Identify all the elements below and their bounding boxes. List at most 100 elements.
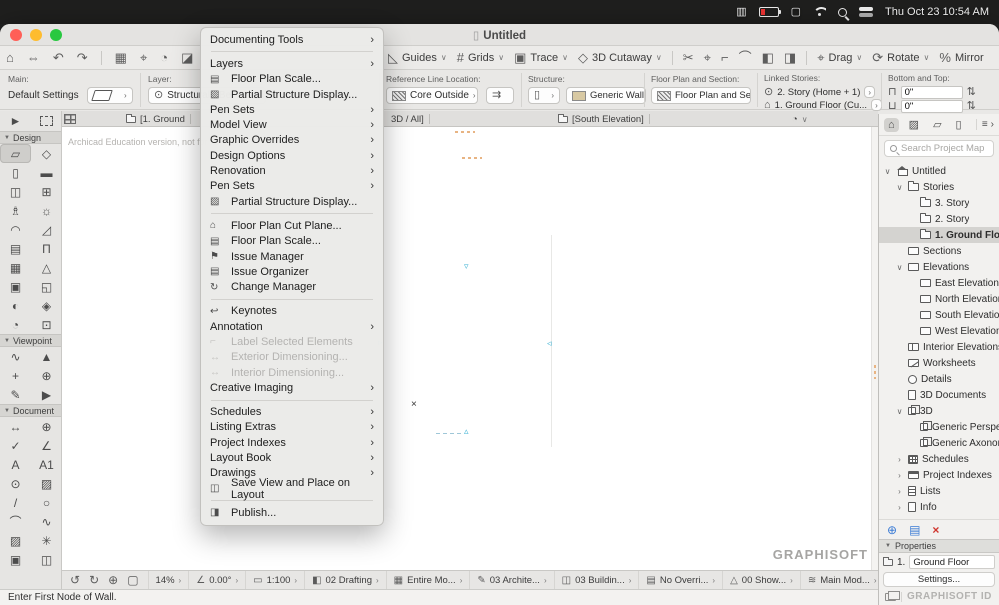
- scale-selector[interactable]: ▭ 1:100 ›: [245, 571, 304, 589]
- tree-item-details[interactable]: Details: [879, 371, 999, 387]
- menu-item-model-view[interactable]: Model View ›: [201, 117, 383, 132]
- tree-item-project-indexes[interactable]: › Project Indexes: [879, 467, 999, 483]
- windows-icon[interactable]: [885, 590, 900, 601]
- tool-elevation-dimension[interactable]: ✓: [0, 436, 31, 455]
- trace-dropdown[interactable]: ▣ Trace ∨: [514, 51, 568, 64]
- tree-item-generic-axonometry[interactable]: Generic Axonometry: [879, 435, 999, 451]
- menu-item-layers[interactable]: Layers ›: [201, 56, 383, 71]
- stepper-icon[interactable]: ⇅: [967, 101, 976, 112]
- reference-line-dropdown[interactable]: Core Outside ›: [386, 87, 478, 104]
- graphic-override-selector[interactable]: ▤ No Overri... ›: [638, 571, 722, 589]
- menu-item-partial-structure-display[interactable]: ▨ Partial Structure Display...: [201, 194, 383, 209]
- split-icon[interactable]: ◧: [762, 51, 774, 64]
- tree-item-1-ground-floor[interactable]: 1. Ground Floor: [879, 227, 999, 243]
- expander-open-icon[interactable]: ∨: [883, 167, 892, 176]
- tool-library-part[interactable]: ⊡: [31, 315, 61, 334]
- menubar-clock[interactable]: Thu Oct 23 10:54 AM: [885, 6, 989, 18]
- menu-item-partial-structure-display[interactable]: ▨ Partial Structure Display...: [201, 87, 383, 102]
- tool-morph[interactable]: ◐: [0, 296, 31, 315]
- tool-shell-2[interactable]: ◔: [0, 315, 31, 334]
- story-name-field[interactable]: [909, 555, 995, 569]
- menu-item-layout-book[interactable]: Layout Book ›: [201, 450, 383, 465]
- tool-wall[interactable]: ▱: [0, 144, 31, 163]
- tool-shell[interactable]: ◿: [31, 220, 61, 239]
- tool-zone-stamp[interactable]: ⊙: [0, 474, 31, 493]
- delete-icon[interactable]: ×: [932, 523, 939, 537]
- tool-lamp[interactable]: ☼: [31, 201, 61, 220]
- tool-level-dimension[interactable]: ⊕: [31, 417, 61, 436]
- menu-item-documenting-tools[interactable]: Documenting Tools ›: [201, 32, 383, 47]
- dimension-style-selector[interactable]: ◫ 03 Buildin... ›: [553, 571, 639, 589]
- tool-label[interactable]: A1: [31, 455, 61, 474]
- tree-item-generic-perspective[interactable]: Generic Perspective: [879, 419, 999, 435]
- add-icon[interactable]: ⊕: [887, 523, 897, 537]
- tool-angle-dimension[interactable]: ∠: [31, 436, 61, 455]
- expander-closed-icon[interactable]: ›: [895, 455, 904, 464]
- story-settings-button[interactable]: Settings...: [883, 572, 995, 587]
- toolbox-design-header[interactable]: ▼ Design: [0, 131, 61, 144]
- tool-figure[interactable]: ▣: [0, 550, 31, 569]
- tree-item-sections[interactable]: Sections: [879, 243, 999, 259]
- tree-item-south-elevation-auto[interactable]: South Elevation (Auto: [879, 307, 999, 323]
- view-tab-1-ground[interactable]: [1. Ground: [120, 111, 191, 127]
- model-view-selector[interactable]: ▦ Entire Mo... ›: [385, 571, 470, 589]
- floor-plan-canvas[interactable]: Archicad Education version, not for re ▿…: [62, 127, 878, 570]
- tree-item-info[interactable]: › Info: [879, 499, 999, 515]
- menu-item-design-options[interactable]: Design Options ›: [201, 148, 383, 163]
- view-map-tab[interactable]: ▨: [905, 117, 923, 132]
- tool-section[interactable]: ∿: [0, 347, 31, 366]
- zoom-level-selector[interactable]: 14% ›: [147, 571, 189, 589]
- vertical-scrollbar[interactable]: [871, 127, 878, 570]
- expander-closed-icon[interactable]: ›: [895, 503, 904, 512]
- flip-button[interactable]: ⇉: [486, 87, 514, 104]
- tree-item-3-story[interactable]: 3. Story: [879, 195, 999, 211]
- layer-selector[interactable]: ◧ 02 Drafting ›: [304, 571, 386, 589]
- tool-roof[interactable]: ◠: [0, 220, 31, 239]
- control-center-icon[interactable]: [859, 7, 874, 17]
- wifi-icon[interactable]: [813, 7, 826, 17]
- tree-item-untitled[interactable]: ∨ Untitled: [879, 163, 999, 179]
- tool-object[interactable]: ♗: [0, 201, 31, 220]
- menu-item-schedules[interactable]: Schedules ›: [201, 405, 383, 420]
- cutaway-dropdown[interactable]: ◇ 3D Cutaway ∨: [578, 51, 662, 64]
- menu-item-listing-extras[interactable]: Listing Extras ›: [201, 420, 383, 435]
- menu-item-renovation[interactable]: Renovation ›: [201, 163, 383, 178]
- menu-item-project-indexes[interactable]: Project Indexes ›: [201, 435, 383, 450]
- tool-line[interactable]: /: [0, 493, 31, 512]
- structure-type-button[interactable]: ▯ ›: [528, 87, 560, 104]
- toolbox-document-header[interactable]: ▼ Document: [0, 404, 61, 417]
- tool-polyline[interactable]: ⌒: [0, 512, 31, 531]
- tool-elevation[interactable]: ▲: [31, 347, 61, 366]
- display-icon[interactable]: ▥: [736, 6, 746, 18]
- trim-icon[interactable]: ⌐: [721, 51, 729, 64]
- find-select-button[interactable]: ⌖: [140, 51, 147, 64]
- tool-hotspot[interactable]: ✳: [31, 531, 61, 550]
- rotate-right-button[interactable]: ↻: [89, 573, 99, 587]
- spotlight-icon[interactable]: [838, 7, 848, 17]
- tool-stair[interactable]: ▤: [0, 239, 31, 258]
- tree-item-lists[interactable]: › Lists: [879, 483, 999, 499]
- tree-item-worksheets[interactable]: Worksheets: [879, 355, 999, 371]
- tool-curtain-wall[interactable]: ▦: [0, 258, 31, 277]
- door-view-icon[interactable]: ◨: [784, 51, 796, 64]
- tool-spline[interactable]: ∿: [31, 512, 61, 531]
- project-map-search[interactable]: [884, 140, 994, 157]
- tool-column[interactable]: ▯: [0, 163, 31, 182]
- tree-item-stories[interactable]: ∨ Stories: [879, 179, 999, 195]
- navigator-expand-icon[interactable]: ›: [991, 119, 994, 130]
- stepper-icon[interactable]: ⇅: [967, 87, 976, 98]
- tool-drawing[interactable]: ◫: [31, 550, 61, 569]
- renovation-filter-selector[interactable]: △ 00 Show... ›: [722, 571, 800, 589]
- tool-arrow[interactable]: ►: [0, 111, 31, 131]
- schedule-button[interactable]: ▦: [115, 51, 127, 64]
- pen-set-selector[interactable]: ✎ 03 Archite... ›: [469, 571, 553, 589]
- menu-item-publish[interactable]: ◨ Publish...: [201, 505, 383, 520]
- default-settings-label[interactable]: Default Settings: [8, 90, 79, 101]
- tree-item-interior-elevations[interactable]: Interior Elevations: [879, 339, 999, 355]
- tool-preview-button[interactable]: ›: [86, 87, 133, 104]
- tool-detail[interactable]: ⊕: [31, 366, 61, 385]
- rotate-left-button[interactable]: ↺: [70, 573, 80, 587]
- rotate-dropdown[interactable]: ⟳ Rotate ∨: [872, 51, 929, 64]
- tool-dimension[interactable]: ↔: [0, 417, 31, 436]
- tool-door[interactable]: ◫: [0, 182, 31, 201]
